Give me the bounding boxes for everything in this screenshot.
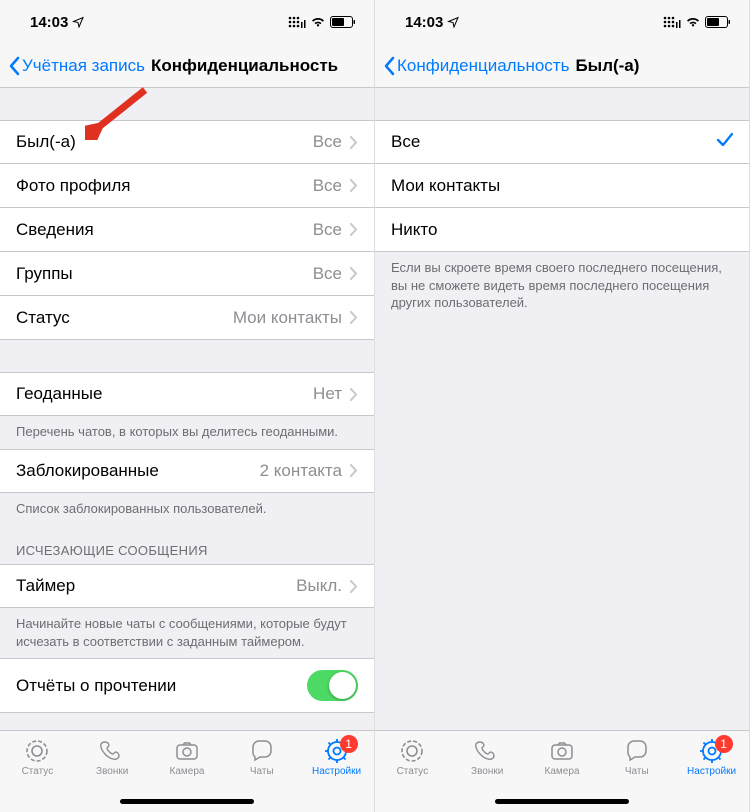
location-icon bbox=[72, 16, 84, 28]
camera-icon bbox=[173, 737, 201, 765]
chat-icon bbox=[623, 737, 651, 765]
home-indicator[interactable] bbox=[120, 799, 254, 804]
settings-badge: 1 bbox=[715, 735, 733, 753]
back-button[interactable]: Учётная запись bbox=[8, 56, 145, 76]
chevron-left-icon bbox=[8, 56, 20, 76]
battery-icon bbox=[705, 16, 731, 28]
chevron-right-icon bbox=[350, 136, 358, 149]
last-seen-content: Все Мои контакты Никто Если вы скроете в… bbox=[375, 88, 749, 730]
screen-privacy: 14:03 Учётная запись Конфиденциальность … bbox=[0, 0, 375, 812]
settings-badge: 1 bbox=[340, 735, 358, 753]
chevron-right-icon bbox=[350, 179, 358, 192]
camera-icon bbox=[548, 737, 576, 765]
option-everyone[interactable]: Все bbox=[375, 120, 749, 164]
last-seen-footer: Если вы скроете время своего последнего … bbox=[375, 252, 749, 320]
cell-status[interactable]: Статус Мои контакты bbox=[0, 296, 374, 340]
checkmark-icon bbox=[717, 132, 733, 152]
cell-live-location[interactable]: Геоданные Нет bbox=[0, 372, 374, 416]
cell-last-seen[interactable]: Был(-а) Все bbox=[0, 120, 374, 164]
cell-blocked[interactable]: Заблокированные 2 контакта bbox=[0, 449, 374, 493]
battery-icon bbox=[330, 16, 356, 28]
privacy-content: Был(-а) Все Фото профиля Все Сведения Вс… bbox=[0, 88, 374, 730]
wifi-icon bbox=[310, 16, 326, 28]
nav-bar: Конфиденциальность Был(-а) bbox=[375, 44, 749, 88]
tab-settings[interactable]: 1 Настройки bbox=[302, 737, 372, 812]
blocked-footer: Список заблокированных пользователей. bbox=[0, 493, 374, 526]
status-time: 14:03 bbox=[405, 14, 443, 31]
status-bar: 14:03 bbox=[0, 0, 374, 44]
nav-bar: Учётная запись Конфиденциальность bbox=[0, 44, 374, 88]
cellular-icon bbox=[288, 16, 306, 28]
nav-title: Был(-а) bbox=[575, 56, 639, 76]
cell-about[interactable]: Сведения Все bbox=[0, 208, 374, 252]
phone-icon bbox=[473, 737, 501, 765]
status-bar: 14:03 bbox=[375, 0, 749, 44]
tab-status[interactable]: Статус bbox=[377, 737, 447, 812]
chevron-right-icon bbox=[350, 267, 358, 280]
chevron-left-icon bbox=[383, 56, 395, 76]
cell-disappearing-timer[interactable]: Таймер Выкл. bbox=[0, 564, 374, 608]
cellular-icon bbox=[663, 16, 681, 28]
back-button[interactable]: Конфиденциальность bbox=[383, 56, 569, 76]
status-time: 14:03 bbox=[30, 14, 68, 31]
cell-read-receipts[interactable]: Отчёты о прочтении bbox=[0, 658, 374, 713]
read-receipts-toggle[interactable] bbox=[307, 670, 358, 701]
tab-status[interactable]: Статус bbox=[2, 737, 72, 812]
chevron-right-icon bbox=[350, 580, 358, 593]
back-label: Учётная запись bbox=[22, 56, 145, 76]
chevron-right-icon bbox=[350, 388, 358, 401]
option-nobody[interactable]: Никто bbox=[375, 208, 749, 252]
chevron-right-icon bbox=[350, 311, 358, 324]
option-my-contacts[interactable]: Мои контакты bbox=[375, 164, 749, 208]
home-indicator[interactable] bbox=[495, 799, 629, 804]
status-icon bbox=[398, 737, 426, 765]
wifi-icon bbox=[685, 16, 701, 28]
chevron-right-icon bbox=[350, 464, 358, 477]
status-icon bbox=[23, 737, 51, 765]
nav-title: Конфиденциальность bbox=[151, 56, 338, 76]
tab-settings[interactable]: 1 Настройки bbox=[677, 737, 747, 812]
chevron-right-icon bbox=[350, 223, 358, 236]
disappearing-header: ИСЧЕЗАЮЩИЕ СООБЩЕНИЯ bbox=[0, 525, 374, 564]
disappearing-footer: Начинайте новые чаты с сообщениями, кото… bbox=[0, 608, 374, 658]
back-label: Конфиденциальность bbox=[397, 56, 569, 76]
geo-footer: Перечень чатов, в которых вы делитесь ге… bbox=[0, 416, 374, 449]
cell-profile-photo[interactable]: Фото профиля Все bbox=[0, 164, 374, 208]
screen-last-seen: 14:03 Конфиденциальность Был(-а) Все Мои… bbox=[375, 0, 750, 812]
location-icon bbox=[447, 16, 459, 28]
phone-icon bbox=[98, 737, 126, 765]
cell-groups[interactable]: Группы Все bbox=[0, 252, 374, 296]
chat-icon bbox=[248, 737, 276, 765]
